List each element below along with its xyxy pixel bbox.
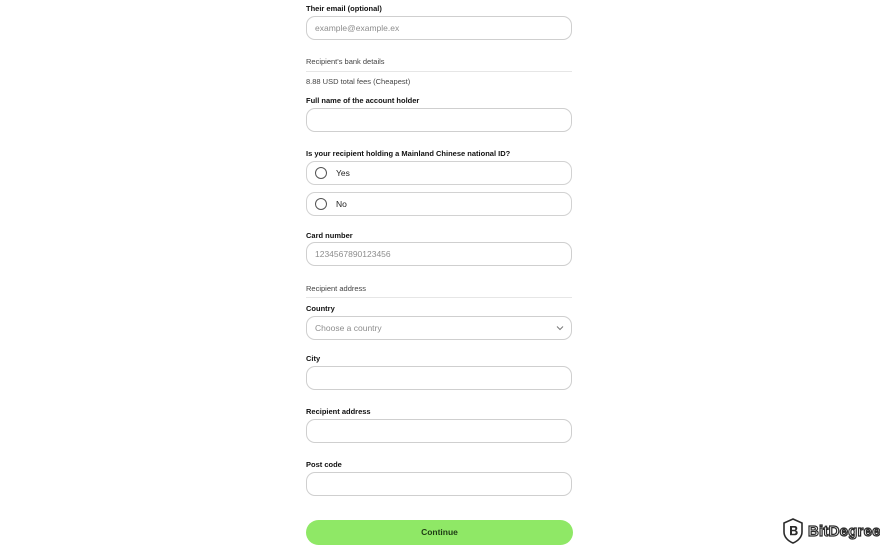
radio-option-yes[interactable]: Yes [306,161,572,185]
email-field[interactable]: example@example.ex [306,16,572,40]
radio-circle-icon[interactable] [315,198,327,210]
watermark-text: BitDegree [807,522,880,540]
section-divider [306,71,572,72]
radio-option-no[interactable]: No [306,192,572,216]
country-select[interactable]: Choose a country [306,316,572,340]
postcode-field[interactable] [306,472,572,496]
card-number-field[interactable]: 1234567890123456 [306,242,572,266]
bank-details-heading: Recipient's bank details [306,57,385,66]
holder-name-field[interactable] [306,108,572,132]
holder-label: Full name of the account holder [306,96,420,105]
radio-circle-icon[interactable] [315,167,327,179]
id-question-label: Is your recipient holding a Mainland Chi… [306,149,511,158]
email-label: Their email (optional) [306,4,382,13]
fees-note: 8.88 USD total fees (Cheapest) [306,77,411,86]
bitdegree-shield-icon [783,518,803,544]
recipient-address-field[interactable] [306,419,572,443]
country-label: Country [306,304,335,313]
city-label: City [306,354,321,363]
radio-label-yes: Yes [336,168,350,178]
continue-button[interactable]: Continue [306,520,573,545]
recipient-address-label: Recipient address [306,407,371,416]
chevron-down-icon[interactable] [555,323,565,333]
email-placeholder: example@example.ex [315,23,400,33]
postcode-label: Post code [306,460,342,469]
section-divider [306,297,572,298]
bitdegree-watermark: BitDegree [782,518,880,544]
card-number-label: Card number [306,231,353,240]
card-number-placeholder: 1234567890123456 [315,249,391,259]
radio-label-no: No [336,199,347,209]
address-section-heading: Recipient address [306,284,367,293]
country-placeholder: Choose a country [315,323,382,333]
city-field[interactable] [306,366,572,390]
